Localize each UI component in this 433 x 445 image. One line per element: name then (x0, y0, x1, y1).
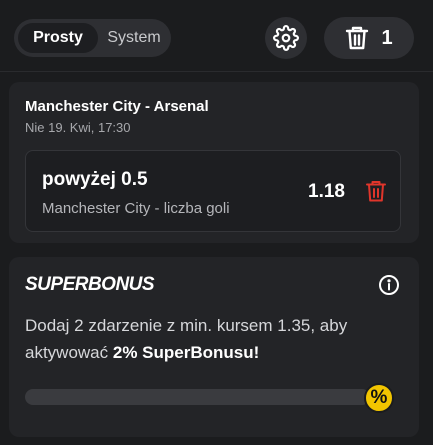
info-icon[interactable] (378, 274, 400, 296)
gear-icon (273, 25, 299, 51)
superbonus-highlight: 2% SuperBonusu! (112, 343, 260, 362)
bet-slip-header: Prosty System 1 (0, 0, 433, 72)
mode-system-tab[interactable]: System (100, 23, 168, 53)
bet-slip-panel: Prosty System 1 Manchester City - Arsena… (0, 0, 433, 445)
percent-badge: % (364, 383, 394, 413)
selection-odds: 1.18 (308, 181, 345, 202)
clear-slip-button[interactable]: 1 (324, 17, 414, 59)
settings-button[interactable] (265, 17, 307, 59)
superbonus-message: Dodaj 2 zdarzenie z min. kursem 1.35, ab… (25, 312, 405, 366)
trash-icon (346, 26, 369, 50)
slip-count: 1 (381, 26, 393, 49)
superbonus-title: SUPERBONUS (25, 274, 155, 295)
bet-selection: powyżej 0.5 Manchester City - liczba gol… (25, 150, 401, 232)
mode-toggle: Prosty System (14, 19, 171, 57)
selection-market: Manchester City - liczba goli (42, 200, 230, 217)
mode-simple-tab[interactable]: Prosty (18, 23, 98, 53)
match-date: Nie 19. Kwi, 17:30 (25, 120, 131, 135)
trash-icon[interactable] (365, 179, 387, 203)
superbonus-progress (25, 389, 370, 405)
match-title[interactable]: Manchester City - Arsenal (25, 98, 209, 115)
superbonus-card: SUPERBONUS Dodaj 2 zdarzenie z min. kurs… (9, 257, 419, 437)
bet-card: Manchester City - Arsenal Nie 19. Kwi, 1… (9, 82, 419, 243)
selection-name: powyżej 0.5 (42, 169, 148, 190)
